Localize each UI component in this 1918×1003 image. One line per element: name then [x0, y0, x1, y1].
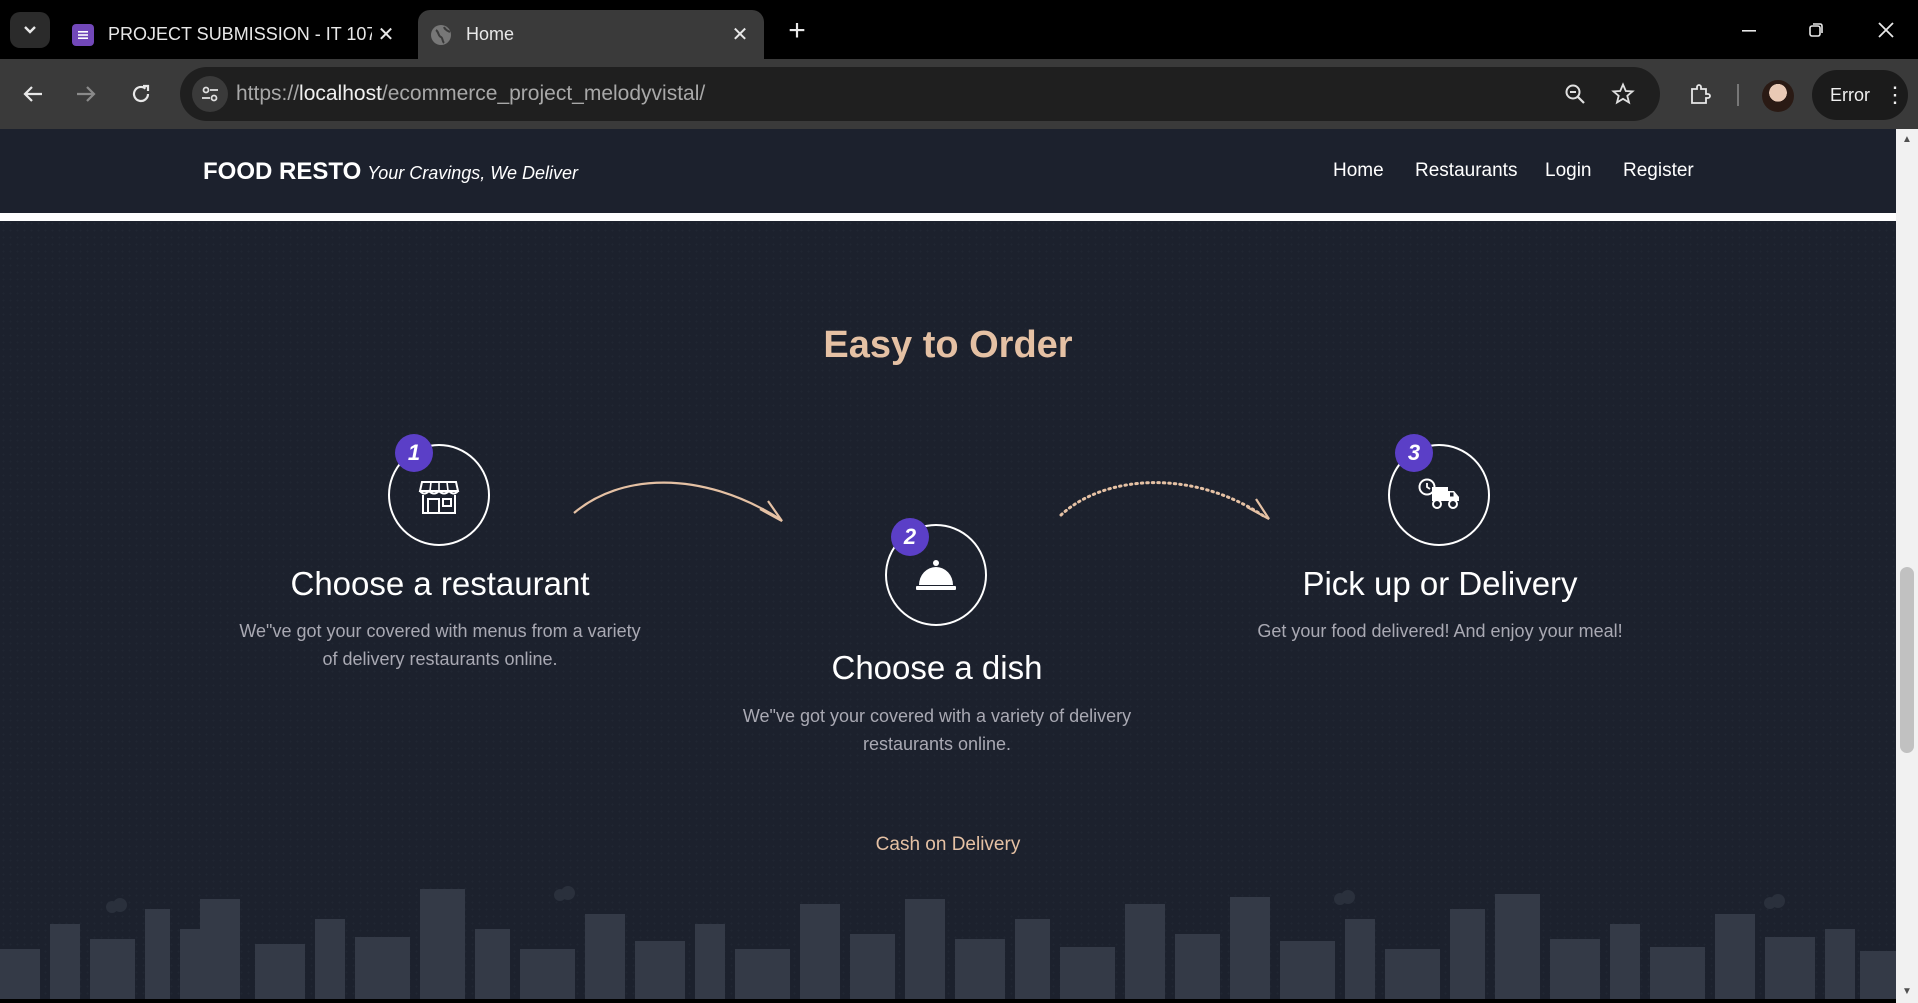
step-3-badge: 3: [1395, 434, 1433, 472]
tab-home[interactable]: Home ✕: [418, 10, 764, 59]
zoom-icon[interactable]: [1560, 79, 1590, 109]
brand-tagline: Your Cravings, We Deliver: [367, 163, 578, 183]
browser-toolbar: https://localhost/ecommerce_project_melo…: [0, 59, 1918, 129]
step-3-description: Get your food delivered! And enjoy your …: [1257, 621, 1623, 641]
forward-button[interactable]: [66, 74, 106, 114]
site-brand[interactable]: FOOD RESTO Your Cravings, We Deliver: [203, 158, 578, 186]
tab-label: Home: [466, 24, 515, 44]
tune-icon: [202, 86, 218, 102]
close-tab-icon[interactable]: ✕: [726, 21, 754, 49]
section-title: Easy to Order: [823, 324, 1073, 366]
minimize-button[interactable]: [1725, 10, 1773, 50]
site-info-button[interactable]: [192, 76, 228, 112]
restore-button[interactable]: [1792, 10, 1840, 50]
close-tab-icon[interactable]: ✕: [372, 21, 400, 49]
page-scrollbar[interactable]: ▲ ▼: [1896, 129, 1918, 1003]
step-2-description: We"ve got your covered with a variety of…: [742, 706, 1132, 754]
nav-login[interactable]: Login: [1545, 160, 1592, 182]
bookmark-star-icon[interactable]: [1608, 79, 1638, 109]
step-1-description: We"ve got your covered with menus from a…: [239, 621, 641, 669]
reload-button[interactable]: [121, 74, 161, 114]
nav-home[interactable]: Home: [1333, 160, 1384, 182]
cloche-icon: [916, 560, 956, 590]
toolbar-divider: [1737, 84, 1739, 106]
browser-tab-bar: PROJECT SUBMISSION - IT 107 ✕ Home ✕ +: [0, 0, 1918, 59]
address-bar[interactable]: https://localhost/ecommerce_project_melo…: [180, 67, 1660, 121]
step-2-title: Choose a dish: [831, 649, 1043, 686]
header-divider: [0, 213, 1896, 221]
dotted-arrow-curve-icon: [1059, 481, 1270, 520]
payment-note: Cash on Delivery: [875, 834, 1021, 855]
profile-avatar[interactable]: [1762, 80, 1794, 112]
step-3-title: Pick up or Delivery: [1302, 565, 1578, 602]
tab-project-submission[interactable]: PROJECT SUBMISSION - IT 107 ✕: [60, 10, 410, 59]
tab-search-button[interactable]: [10, 12, 50, 48]
step-2-badge: 2: [891, 518, 929, 556]
arrow-right-icon: [77, 86, 96, 102]
minimize-icon: [1742, 30, 1756, 32]
profile-error-label: Error: [1830, 84, 1870, 105]
web-page: FOOD RESTO Your Cravings, We Deliver Home…: [0, 129, 1896, 999]
tab-label: PROJECT SUBMISSION - IT 107: [108, 24, 372, 44]
nav-register[interactable]: Register: [1623, 160, 1694, 182]
back-button[interactable]: [13, 74, 53, 114]
more-vert-icon: ⋮: [1884, 82, 1906, 107]
restore-icon: [1809, 23, 1823, 37]
forms-icon: [72, 23, 94, 46]
arrow-left-icon: [23, 86, 42, 102]
brand-name: FOOD RESTO: [203, 158, 362, 185]
storefront-icon: [418, 481, 460, 514]
url-text: https://localhost/ecommerce_project_melo…: [236, 82, 706, 105]
step-1-title: Choose a restaurant: [290, 565, 590, 602]
profile-error-button[interactable]: Error ⋮: [1812, 70, 1908, 120]
close-icon: [1878, 22, 1894, 38]
site-header: FOOD RESTO Your Cravings, We Deliver Home…: [0, 129, 1896, 213]
chevron-down-icon: [24, 26, 36, 34]
plus-icon: +: [788, 14, 806, 47]
scroll-down-arrow-icon[interactable]: ▼: [1901, 985, 1913, 997]
reload-icon: [132, 84, 150, 103]
delivery-truck-icon: [1418, 478, 1459, 509]
city-skyline-illustration: [0, 886, 1896, 999]
globe-icon: [430, 24, 452, 46]
puzzle-icon: [1691, 84, 1711, 104]
close-window-button[interactable]: [1862, 10, 1910, 50]
nav-restaurants[interactable]: Restaurants: [1415, 160, 1517, 182]
new-tab-button[interactable]: +: [780, 14, 814, 48]
scrollbar-thumb[interactable]: [1900, 567, 1914, 753]
arrow-curve-icon: [573, 481, 783, 522]
scroll-up-arrow-icon[interactable]: ▲: [1901, 133, 1913, 145]
step-1-badge: 1: [395, 434, 433, 472]
extensions-button[interactable]: [1680, 74, 1720, 114]
